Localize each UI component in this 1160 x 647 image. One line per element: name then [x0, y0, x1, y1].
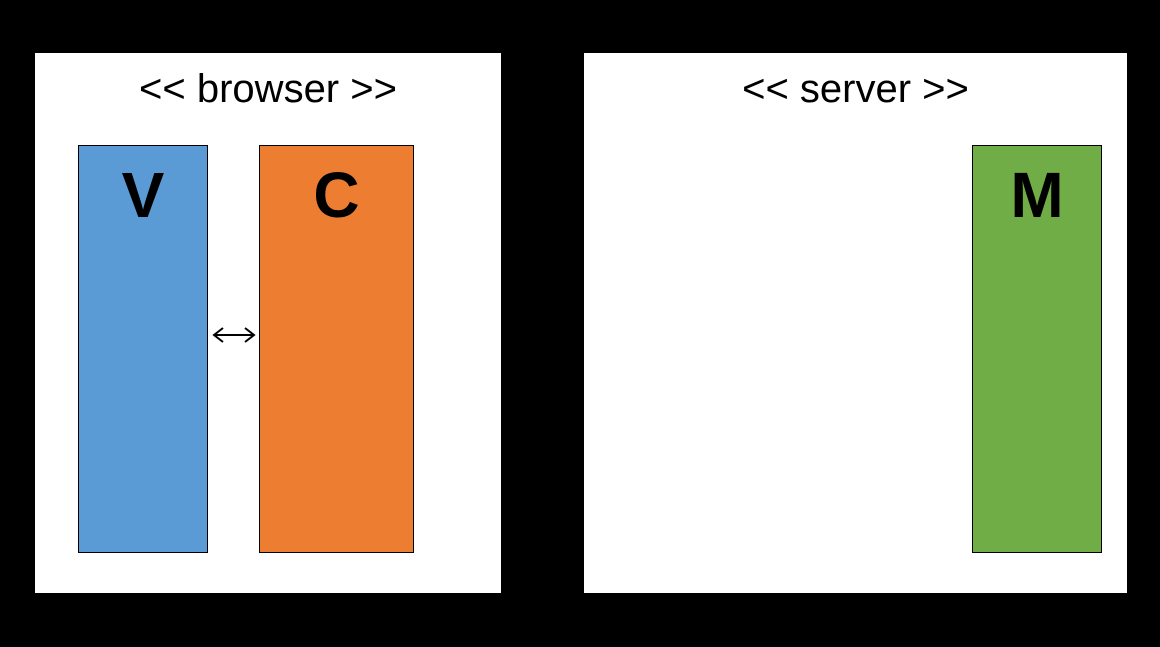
browser-panel-title: << browser >> — [35, 67, 501, 112]
view-block: V — [78, 145, 208, 553]
model-block: M — [972, 145, 1102, 553]
controller-block: C — [259, 145, 414, 553]
server-panel: << server >> M — [582, 51, 1129, 595]
browser-panel: << browser >> V C — [33, 51, 503, 595]
double-arrow-icon — [211, 325, 257, 345]
server-panel-title: << server >> — [584, 67, 1127, 112]
